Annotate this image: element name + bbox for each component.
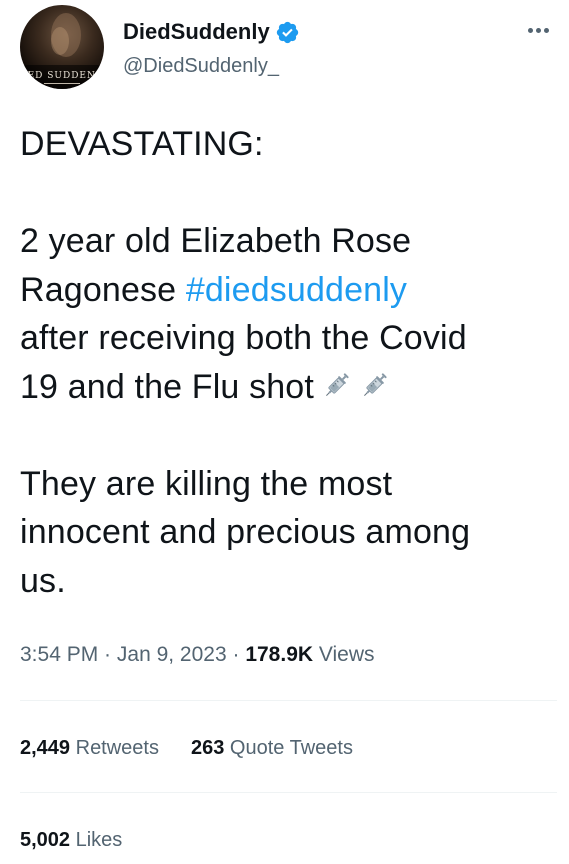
avatar-logo-text: DIED SUDDENLY	[20, 71, 104, 81]
avatar[interactable]: DIED SUDDENLY	[20, 5, 104, 89]
tweet-text: DEVASTATING: 2 year old Elizabeth Rose R…	[20, 120, 560, 605]
quote-tweets-count: 263	[191, 737, 225, 759]
likes-stat[interactable]: 5,002 Likes	[20, 826, 122, 854]
likes-label: Likes	[70, 829, 123, 851]
avatar-image: DIED SUDDENLY	[20, 13, 104, 89]
syringe-icon	[322, 365, 352, 396]
tweet-text-line: us.	[20, 561, 66, 600]
meta-separator: ·	[226, 643, 246, 666]
quote-tweets-label: Quote Tweets	[224, 737, 353, 759]
display-name[interactable]: DiedSuddenly	[123, 18, 270, 46]
views-label: Views	[313, 643, 375, 666]
hashtag-link[interactable]: #diedsuddenly	[186, 271, 407, 309]
tweet-text-fragment: 19 and the Flu shot	[20, 367, 314, 406]
tweet-time[interactable]: 3:54 PM	[20, 643, 98, 666]
tweet-text-line: innocent and precious among	[20, 513, 471, 551]
tweet-text-line: 19 and the Flu shot	[20, 363, 560, 412]
retweets-stat[interactable]: 2,449 Retweets	[20, 734, 159, 762]
tweet-text-line: DEVASTATING:	[20, 125, 264, 163]
tweet-text-fragment: Ragonese	[20, 270, 186, 309]
engagement-stats: 2,449 Retweets 263 Quote Tweets	[20, 734, 385, 762]
meta-separator: ·	[98, 643, 117, 666]
tweet-header: DIED SUDDENLY DiedSuddenly @DiedSuddenly…	[20, 5, 560, 101]
likes-count: 5,002	[20, 829, 71, 851]
user-handle[interactable]: @DiedSuddenly_	[123, 53, 279, 79]
likes-row: 5,002 Likes	[20, 826, 154, 854]
quote-tweets-stat[interactable]: 263 Quote Tweets	[191, 734, 353, 762]
tweet-text-line: They are killing the most	[20, 464, 393, 503]
divider	[20, 700, 557, 701]
retweets-count: 2,449	[20, 737, 71, 759]
more-options-icon[interactable]	[523, 15, 555, 43]
display-name-row: DiedSuddenly	[123, 17, 300, 47]
divider	[20, 792, 557, 793]
tweet-text-line: after receiving both the Covid	[20, 319, 467, 357]
tweet-text-line: Ragonese #diedsuddenly	[20, 266, 560, 315]
retweets-label: Retweets	[70, 737, 159, 759]
verified-badge-icon	[275, 20, 300, 45]
tweet-meta: 3:54 PM · Jan 9, 2023 · 178.9K Views	[20, 640, 375, 670]
syringe-icon	[360, 365, 390, 396]
tweet-date[interactable]: Jan 9, 2023	[117, 643, 227, 666]
tweet-text-line: 2 year old Elizabeth Rose	[20, 222, 412, 260]
tweet-detail: DIED SUDDENLY DiedSuddenly @DiedSuddenly…	[0, 0, 569, 864]
views-count: 178.9K	[245, 643, 314, 666]
